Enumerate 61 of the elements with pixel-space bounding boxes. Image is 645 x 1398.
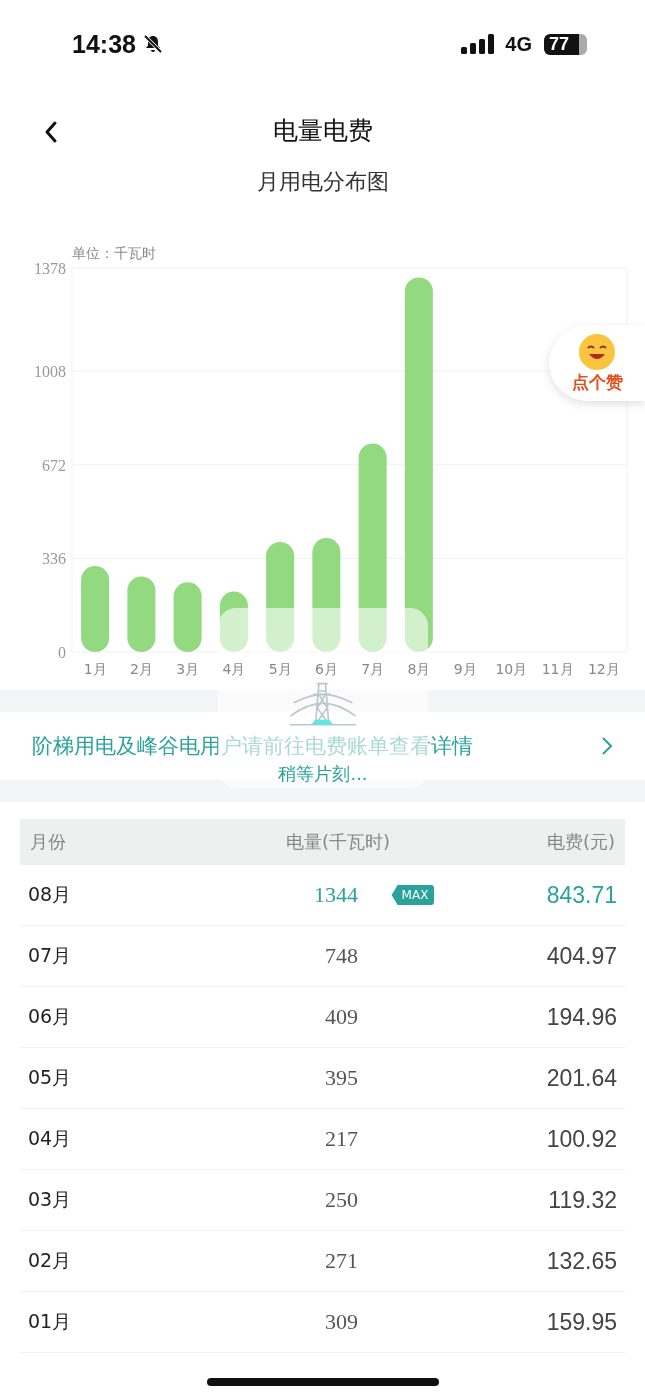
fee-cell-text: 100.92 (545, 1125, 617, 1153)
chevron-right-icon (601, 736, 613, 756)
back-icon (44, 120, 58, 144)
banner-text: 阶梯用电及峰谷电用户请前往电费账单查看详情 (32, 734, 473, 757)
x-tick-label: 10月 (495, 661, 528, 677)
x-tick-label: 3月 (176, 661, 200, 677)
x-tick-label: 11月 (541, 661, 574, 677)
fee-cell-text: 159.95 (545, 1308, 617, 1336)
y-tick-label: 1008 (34, 363, 66, 381)
fee-cell-text: 119.32 (547, 1186, 617, 1214)
fee-cell-text: 843.71 (545, 881, 617, 909)
x-tick-label: 6月 (314, 661, 338, 677)
usage-cell-text: 748 (324, 943, 358, 969)
fee-cell-text: 201.64 (545, 1064, 617, 1092)
chart-title: 月用电分布图 (255, 172, 390, 196)
fee-cell-text: 194.96 (545, 1003, 617, 1031)
x-tick-label: 2月 (129, 661, 153, 677)
usage-cell-text: 395 (324, 1065, 358, 1091)
y-tick-label: 336 (42, 550, 66, 568)
battery-indicator: 77 (543, 33, 587, 55)
x-tick-label: 4月 (222, 661, 246, 677)
usage-cell-text: 271 (324, 1248, 358, 1274)
network-label: 4G (505, 32, 532, 56)
y-tick-label: 672 (42, 456, 66, 474)
x-tick-label: 9月 (453, 661, 477, 677)
like-badge[interactable]: 点个赞 (549, 325, 645, 401)
bar (173, 582, 202, 652)
fee-cell-text: 404.97 (545, 942, 617, 970)
power-tower-icon (290, 682, 356, 728)
unit-label: 单位：千瓦时 (72, 245, 156, 261)
bar (219, 591, 248, 652)
column-header: 月份 (30, 830, 67, 854)
month-cell-text: 02月 (28, 1248, 73, 1273)
x-tick-label: 12月 (587, 661, 620, 677)
x-tick-label: 1月 (83, 661, 107, 677)
usage-cell-text: 409 (324, 1004, 358, 1030)
usage-cell-text: 217 (324, 1126, 358, 1152)
x-tick-label: 5月 (268, 661, 292, 677)
fee-cell-text: 132.65 (545, 1247, 617, 1275)
usage-cell-text: 309 (324, 1309, 358, 1335)
max-tag: MAX (391, 885, 435, 905)
x-tick-label: 7月 (361, 661, 385, 677)
page-title: 电量电费 (272, 114, 373, 147)
month-cell-text: 01月 (28, 1309, 73, 1334)
y-tick-label: 0 (58, 644, 66, 661)
month-cell-text: 05月 (28, 1065, 73, 1090)
column-header: 电量(千瓦时) (284, 830, 390, 854)
usage-cell-text: 250 (324, 1187, 358, 1213)
status-time: 14:38 (72, 29, 136, 59)
month-cell-text: 04月 (28, 1126, 73, 1151)
bell-muted-icon (141, 33, 164, 55)
usage-cell-text: 1344 (313, 882, 358, 908)
smiley-icon (578, 332, 616, 371)
x-tick-label: 8月 (407, 661, 431, 677)
month-cell-text: 08月 (28, 882, 73, 907)
column-header: 电费(元) (545, 830, 615, 854)
y-tick-label: 1378 (34, 260, 66, 277)
month-cell-text: 06月 (28, 1004, 73, 1029)
month-cell-text: 07月 (28, 943, 73, 968)
month-cell-text: 03月 (28, 1187, 73, 1212)
signal-icon (461, 34, 496, 54)
